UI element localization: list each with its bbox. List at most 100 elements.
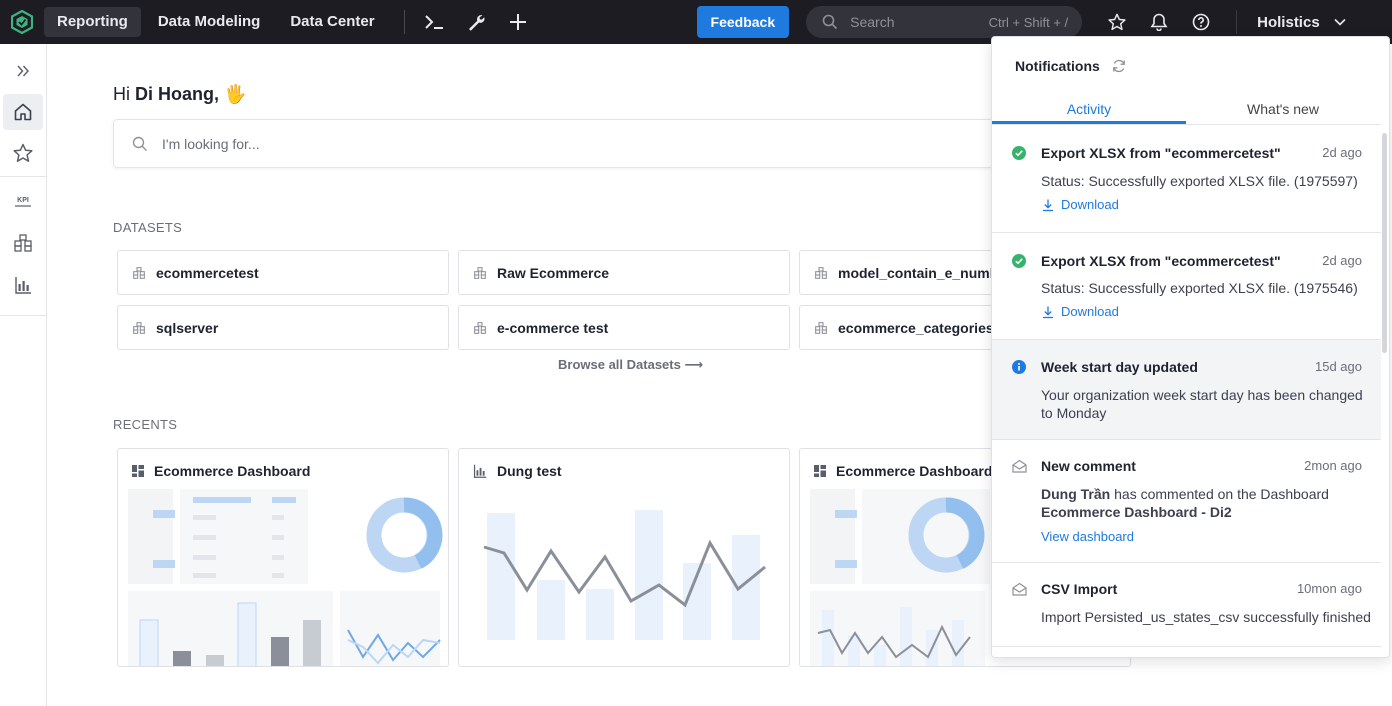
home-icon[interactable] [3, 94, 43, 130]
dataset-card[interactable]: ecommercetest [117, 250, 449, 295]
info-icon [1012, 360, 1026, 374]
notification-body: Import Persisted_us_states_csv successfu… [1041, 609, 1371, 625]
report-chart-icon [473, 464, 487, 478]
org-switcher[interactable]: Holistics [1257, 14, 1346, 31]
notification-body: Status: Successfully exported XLSX file.… [1041, 280, 1358, 296]
wrench-icon[interactable] [459, 7, 493, 37]
global-search-input[interactable]: Search Ctrl + Shift + / [806, 6, 1083, 38]
notification-title: CSV Import [1041, 581, 1118, 597]
dataset-card[interactable]: Raw Ecommerce [458, 250, 790, 295]
comment-text: has commented on the Dashboard [1114, 486, 1329, 502]
topbar-divider [1236, 10, 1238, 34]
recent-card-title: Dung test [497, 463, 562, 479]
notifications-tabs: Activity What's new [992, 95, 1381, 125]
notifications-panel: Notifications Activity What's new Export… [991, 36, 1390, 658]
dataset-name: model_contain_e_number [838, 264, 1012, 281]
dataset-icon [474, 266, 486, 279]
nav-data-modeling[interactable]: Data Modeling [145, 7, 274, 37]
reports-chart-icon[interactable] [3, 267, 43, 303]
recent-card-header: Ecommerce Dashboard [814, 463, 992, 479]
notification-body: Dung Trần has commented on the Dashboard… [1041, 485, 1363, 521]
notification-time: 2d ago [1322, 253, 1362, 268]
download-link[interactable]: Download [1041, 197, 1119, 212]
nav-reporting[interactable]: Reporting [44, 7, 141, 37]
notification-title: New comment [1041, 458, 1136, 474]
dataset-icon [815, 266, 827, 279]
recent-card-header: Ecommerce Dashboard [132, 463, 310, 479]
dataset-icon [474, 321, 486, 334]
recent-card-header: Dung test [473, 463, 562, 479]
nav-data-center[interactable]: Data Center [277, 7, 387, 37]
dataset-name: e-commerce test [497, 319, 609, 336]
recent-dashboard-card[interactable]: Ecommerce Dashboard [117, 448, 449, 667]
dataset-icon [815, 321, 827, 334]
svg-text:KPI: KPI [17, 197, 29, 204]
greeting-prefix: Hi [113, 84, 130, 104]
notification-title: Export XLSX from "ecommercetest" [1041, 253, 1281, 269]
notification-item[interactable]: Export XLSX from "ecommercetest" 2d ago … [992, 233, 1381, 340]
datasets-icon[interactable] [3, 225, 43, 261]
sidebar-divider-bottom [0, 315, 47, 316]
view-dashboard-link[interactable]: View dashboard [1041, 529, 1134, 544]
notification-item[interactable]: Week start day updated 15d ago Your orga… [992, 340, 1381, 440]
tab-whats-new[interactable]: What's new [1186, 95, 1380, 124]
search-icon [132, 136, 147, 151]
download-icon [1043, 306, 1053, 318]
notification-item[interactable]: Export XLSX from "ecommercetest" 2d ago … [992, 125, 1381, 233]
envelope-icon [1012, 582, 1027, 596]
dataset-card[interactable]: sqlserver [117, 305, 449, 350]
notifications-list: Export XLSX from "ecommercetest" 2d ago … [992, 125, 1381, 647]
tab-activity[interactable]: Activity [992, 95, 1186, 124]
wave-emoji: 🖐 [224, 84, 247, 104]
kpi-icon[interactable]: KPI [3, 183, 43, 219]
dataset-name: ecommercetest [156, 264, 259, 281]
notification-item[interactable]: New comment 2mon ago Dung Trần has comme… [992, 440, 1381, 563]
greeting: Hi Di Hoang, 🖐 [113, 84, 246, 105]
dashboard-thumbnail [128, 489, 443, 666]
notification-body: Status: Successfully exported XLSX file.… [1041, 173, 1358, 189]
comment-author: Dung Trần [1041, 486, 1111, 502]
datasets-section-label: DATASETS [113, 220, 183, 235]
terminal-icon[interactable] [417, 7, 451, 37]
plus-icon[interactable] [501, 7, 535, 37]
check-circle-icon [1012, 254, 1026, 268]
holistics-logo[interactable] [0, 0, 44, 44]
left-sidebar: KPI [0, 44, 47, 706]
envelope-icon [1012, 459, 1027, 473]
notification-time: 10mon ago [1296, 581, 1362, 596]
nav-divider [403, 10, 405, 34]
report-thumbnail [483, 510, 766, 640]
dataset-card[interactable]: e-commerce test [458, 305, 790, 350]
notifications-scrollbar[interactable] [1382, 133, 1387, 353]
comment-target: Ecommerce Dashboard - Di2 [1041, 504, 1232, 520]
dataset-name: Raw Ecommerce [497, 264, 610, 281]
feedback-button[interactable]: Feedback [696, 6, 790, 38]
dataset-icon [133, 266, 145, 279]
notifications-title: Notifications [1015, 58, 1100, 74]
notifications-header: Notifications [992, 37, 1389, 95]
user-name: Di Hoang, [135, 84, 220, 104]
home-search-input[interactable]: I'm looking for... [113, 119, 1133, 168]
expand-sidebar-icon[interactable] [3, 53, 43, 89]
notification-body: Your organization week start day has bee… [1041, 387, 1363, 421]
search-icon [822, 14, 838, 30]
favorites-star-icon[interactable] [3, 135, 43, 171]
notification-item[interactable]: CSV Import 10mon ago Import Persisted_us… [992, 563, 1381, 647]
download-link-label: Download [1061, 197, 1119, 212]
recent-card-title: Ecommerce Dashboard [836, 463, 993, 479]
download-link[interactable]: Download [1041, 304, 1119, 319]
notification-time: 15d ago [1315, 359, 1362, 374]
search-shortcut-hint: Ctrl + Shift + / [988, 14, 1069, 30]
recent-card-title: Ecommerce Dashboard [154, 463, 311, 479]
home-search-placeholder: I'm looking for... [162, 135, 260, 152]
sidebar-divider [0, 176, 47, 177]
org-name: Holistics [1257, 13, 1320, 31]
recent-report-card[interactable]: Dung test [458, 448, 790, 667]
dashboard-icon [132, 465, 144, 477]
notification-time: 2mon ago [1304, 458, 1362, 473]
browse-all-datasets-link[interactable]: Browse all Datasets ⟶ [558, 357, 703, 373]
chevron-down-icon [1334, 18, 1346, 26]
notification-time: 2d ago [1322, 145, 1362, 160]
download-link-label: Download [1061, 304, 1119, 319]
refresh-icon[interactable] [1112, 59, 1126, 73]
